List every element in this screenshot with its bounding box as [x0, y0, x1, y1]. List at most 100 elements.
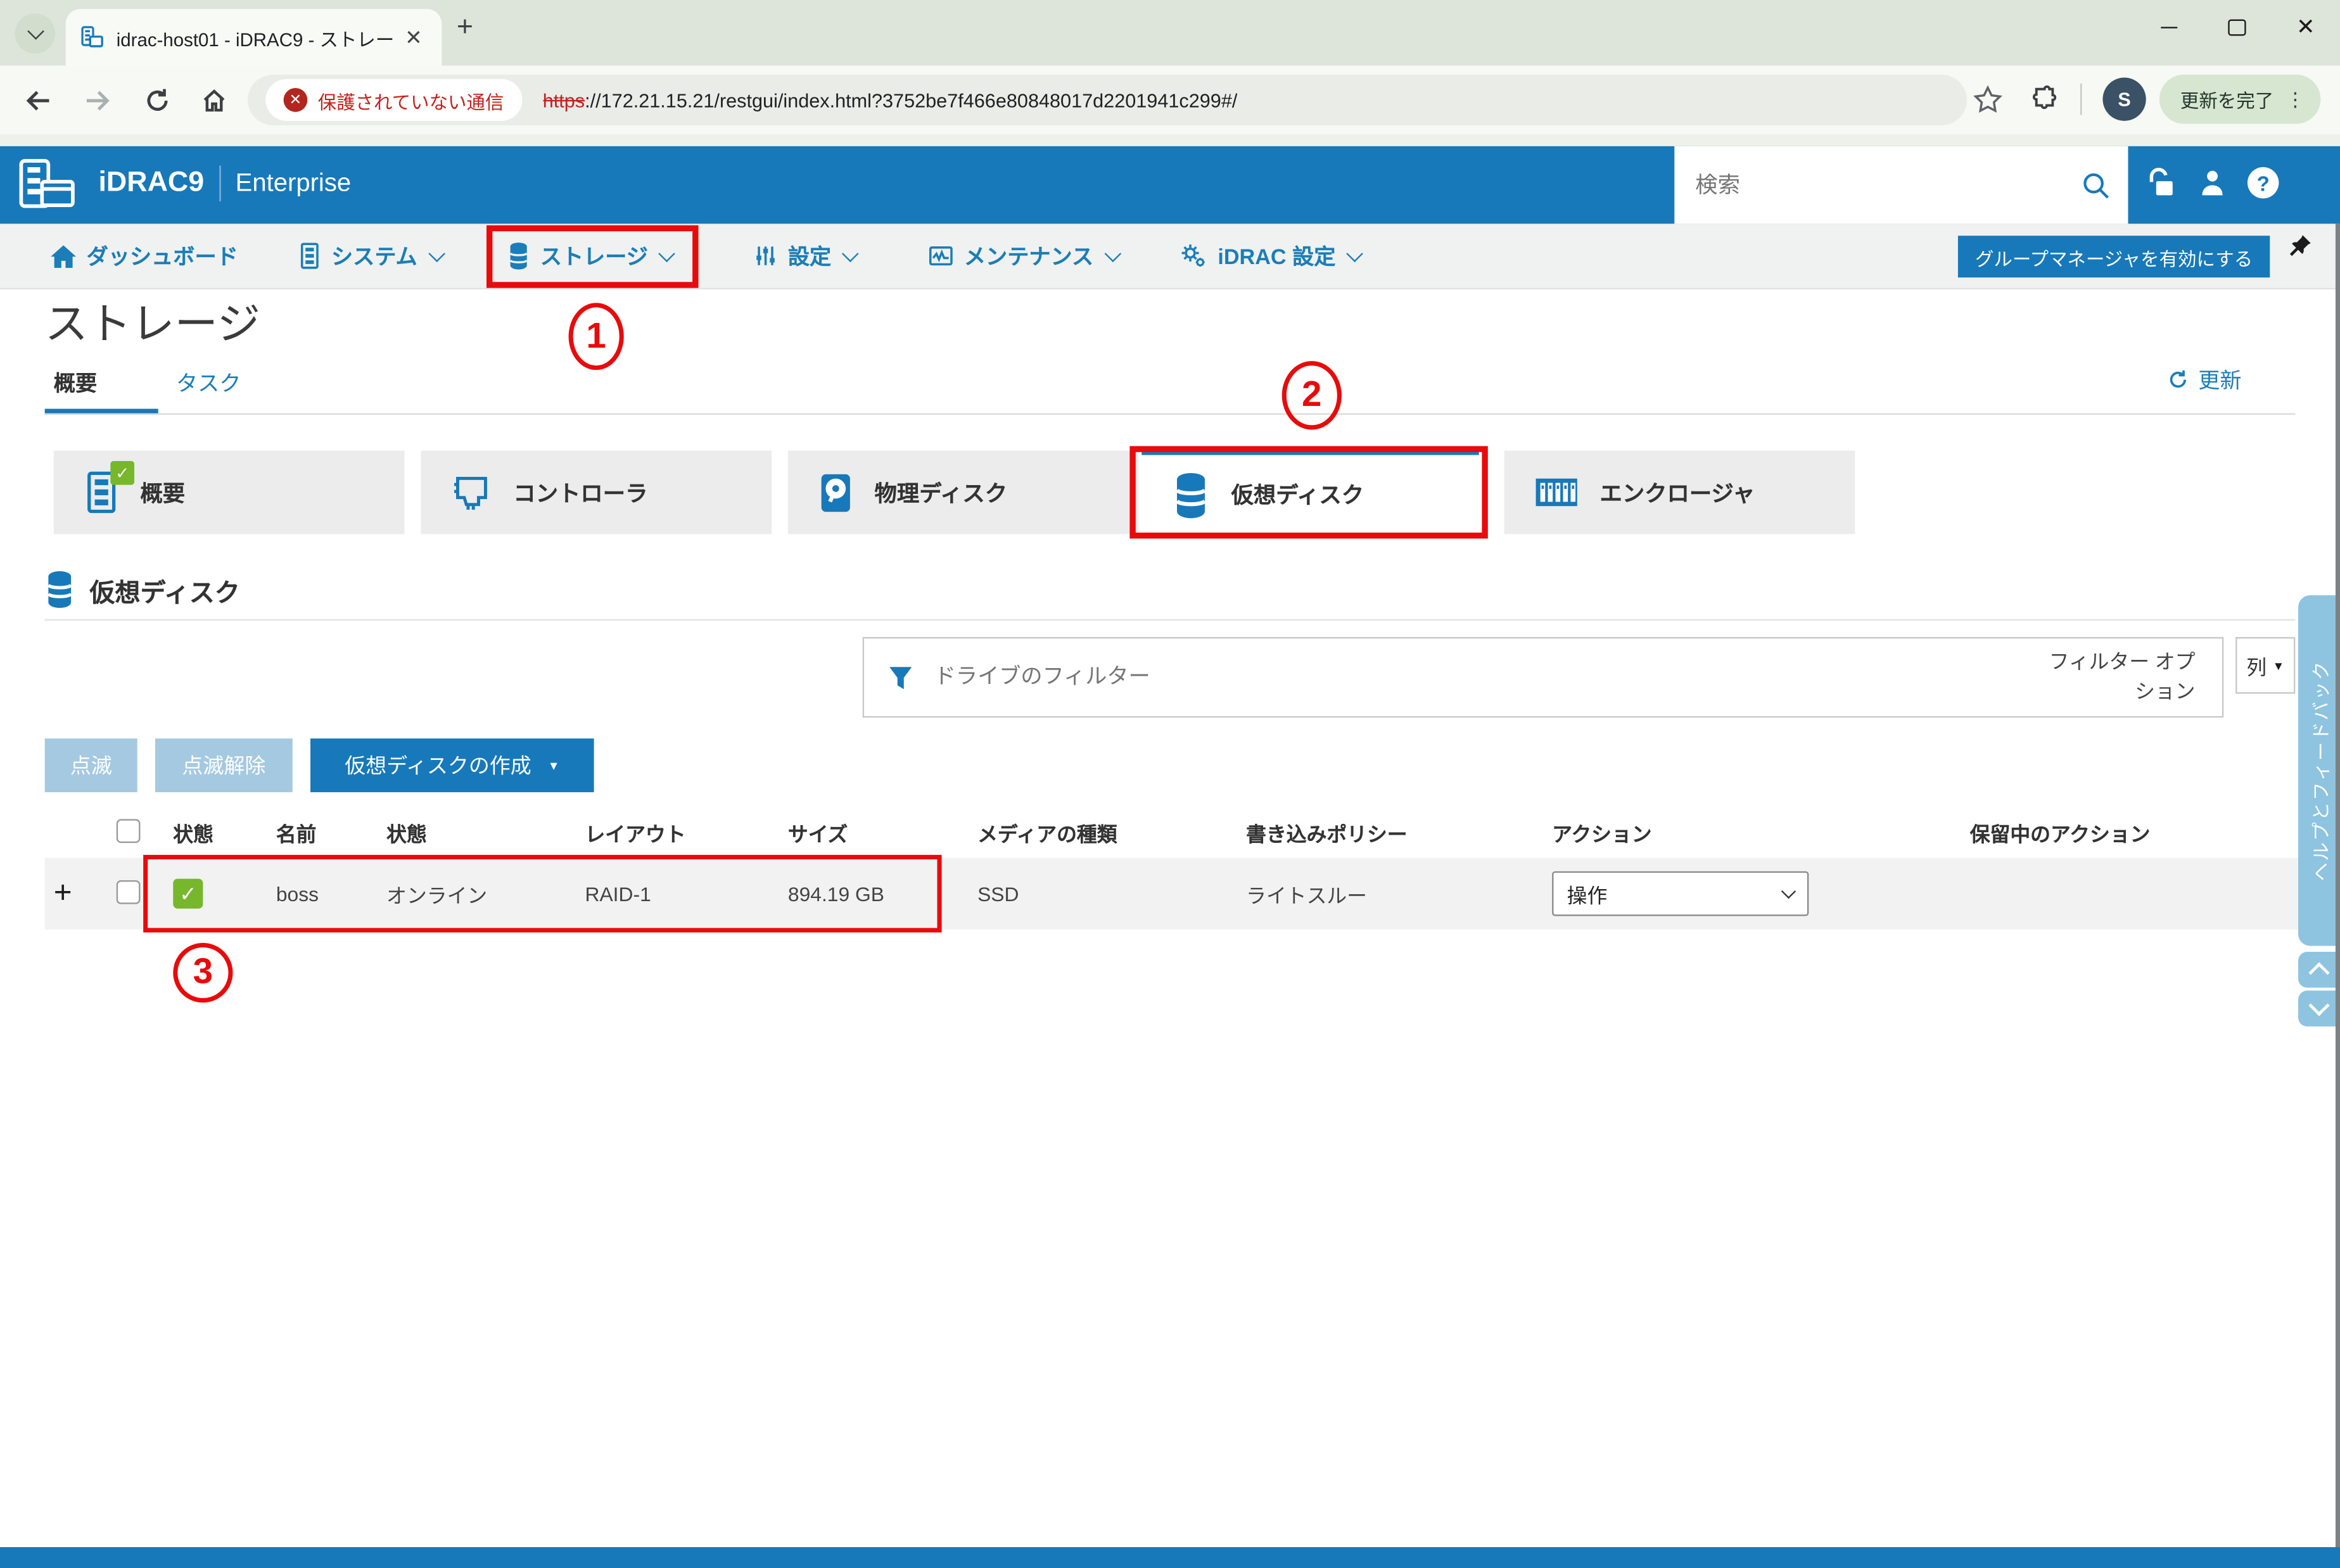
enclosure-icon [1534, 474, 1579, 510]
refresh-icon [2167, 369, 2189, 391]
virtual-disk-section-icon [45, 570, 75, 609]
nav-idrac-settings[interactable]: iDRAC 設定 [1179, 224, 1360, 288]
header-icons: ? [2146, 167, 2279, 198]
scroll-up-button[interactable] [2298, 952, 2340, 988]
sliders-icon [754, 243, 778, 269]
gears-icon [1179, 242, 1207, 270]
security-chip[interactable]: ✕ 保護されていない通信 [265, 79, 521, 121]
row-action-select[interactable]: 操作 [1552, 871, 1809, 916]
enable-group-manager-button[interactable]: グループマネージャを有効にする [1958, 236, 2270, 277]
nav-dashboard[interactable]: ダッシュボード [51, 224, 238, 288]
tab-tasks[interactable]: タスク [176, 367, 241, 398]
col-name: 名前 [276, 818, 386, 847]
nav-system[interactable]: システム [298, 224, 442, 288]
url-text: https://172.21.15.21/restgui/index.html?… [543, 89, 1238, 111]
chevron-down-icon [1347, 246, 1363, 262]
card-controllers[interactable]: コントローラ [421, 450, 772, 534]
caret-down-icon: ▼ [2272, 659, 2284, 672]
user-icon[interactable] [2197, 167, 2228, 198]
monitor-pulse-icon [928, 244, 953, 268]
brand-name: iDRAC9 [98, 167, 204, 200]
security-warning-text: 保護されていない通信 [318, 85, 504, 114]
maximize-icon [2228, 18, 2246, 35]
section-title: 仮想ディスク [89, 571, 240, 608]
tab-overview[interactable]: 概要 [54, 367, 97, 398]
tab-search-button[interactable] [15, 13, 56, 54]
card-physical-disks[interactable]: 物理ディスク [788, 450, 1139, 534]
table-header-row: 状態 名前 状態 レイアウト サイズ メディアの種類 書き込みポリシー アクショ… [45, 807, 2318, 858]
col-size: サイズ [788, 818, 977, 847]
chevron-down-icon [27, 23, 44, 40]
annotation-box-storage-nav [486, 225, 699, 288]
window-maximize-button[interactable] [2203, 0, 2271, 54]
toolbar-right: S 更新を完了 ⋮ [1973, 75, 2320, 124]
health-ok-icon: ✓ [110, 461, 134, 485]
chevron-down-icon [843, 246, 858, 262]
close-icon: ✕ [2296, 16, 2315, 38]
address-bar[interactable]: ✕ 保護されていない通信 https://172.21.15.21/restgu… [248, 75, 1967, 125]
col-write-policy: 書き込みポリシー [1246, 818, 1552, 847]
home-button[interactable] [194, 80, 232, 119]
screen: idrac-host01 - iDRAC9 - ストレー ✕ + ✕ ✕ 保護さ… [0, 0, 2340, 1568]
browser-update-button[interactable]: 更新を完了 ⋮ [2159, 75, 2320, 124]
profile-avatar[interactable]: S [2102, 78, 2146, 121]
footer-bar [0, 1547, 2340, 1568]
filter-options-link[interactable]: フィルター オプション [2040, 647, 2222, 707]
browser-tab[interactable]: idrac-host01 - iDRAC9 - ストレー ✕ [66, 9, 442, 66]
chevron-up-icon [2308, 962, 2329, 983]
refresh-link[interactable]: 更新 [2167, 364, 2242, 395]
extensions-icon[interactable] [2030, 84, 2059, 114]
chevron-down-icon [428, 246, 444, 262]
search-icon[interactable] [2082, 171, 2110, 199]
columns-dropdown[interactable]: 列▼ [2235, 637, 2295, 694]
scroll-down-button[interactable] [2298, 990, 2340, 1027]
global-search[interactable] [1674, 146, 2128, 224]
window-minimize-button[interactable] [2134, 0, 2203, 54]
cell-write-policy: ライトスルー [1246, 879, 1552, 909]
col-pending-actions: 保留中のアクション [1970, 818, 2318, 847]
new-tab-button[interactable]: + [457, 12, 473, 45]
expand-row-button[interactable]: + [45, 876, 117, 912]
annotation-box-table-row [143, 855, 941, 933]
unlock-icon[interactable] [2146, 167, 2177, 198]
annotation-box-virtual-disk-card [1129, 446, 1487, 538]
unblink-button[interactable]: 点滅解除 [155, 738, 293, 792]
tab-close-icon[interactable]: ✕ [400, 25, 427, 50]
card-enclosures[interactable]: エンクロージャ [1504, 450, 1855, 534]
drive-filter-input[interactable] [931, 664, 2040, 690]
minimize-icon [2160, 26, 2177, 27]
col-layout: レイアウト [585, 818, 788, 847]
kebab-menu-icon: ⋮ [2286, 87, 2305, 111]
back-button[interactable] [18, 80, 56, 119]
chevron-down-icon [1781, 884, 1796, 899]
help-feedback-tab[interactable]: ヘルプとフィードバック [2298, 595, 2340, 946]
row-checkbox[interactable] [117, 880, 141, 904]
blink-button[interactable]: 点滅 [45, 738, 137, 792]
section-header: 仮想ディスク [45, 570, 240, 609]
col-actions: アクション [1552, 818, 1970, 847]
pin-icon[interactable] [2286, 233, 2313, 260]
nav-maintenance[interactable]: メンテナンス [928, 224, 1118, 288]
col-media-type: メディアの種類 [977, 818, 1246, 847]
page-title: ストレージ [45, 289, 260, 352]
search-input[interactable] [1674, 172, 2082, 198]
window-close-button[interactable]: ✕ [2272, 0, 2340, 54]
caret-down-icon: ▼ [548, 759, 560, 772]
help-icon[interactable]: ? [2248, 167, 2279, 198]
home-icon [51, 244, 76, 268]
overview-icon: ✓ [84, 470, 120, 515]
annotation-circle-2: 2 [1282, 361, 1342, 429]
nav-settings[interactable]: 設定 [754, 224, 856, 288]
forward-button[interactable] [78, 80, 117, 119]
drive-filter[interactable]: フィルター オプション [863, 637, 2224, 718]
reload-button[interactable] [137, 80, 176, 119]
annotation-circle-3: 3 [173, 943, 232, 1002]
card-overview[interactable]: ✓ 概要 [54, 450, 405, 534]
section-divider [45, 619, 2296, 621]
bookmark-star-icon[interactable] [1973, 84, 2002, 114]
scrollbar[interactable] [2336, 224, 2340, 1547]
window-controls: ✕ [2134, 0, 2340, 54]
create-virtual-disk-button[interactable]: 仮想ディスクの作成▼ [310, 738, 594, 792]
select-all-checkbox[interactable] [117, 818, 141, 842]
toolbar-divider [2080, 84, 2082, 115]
